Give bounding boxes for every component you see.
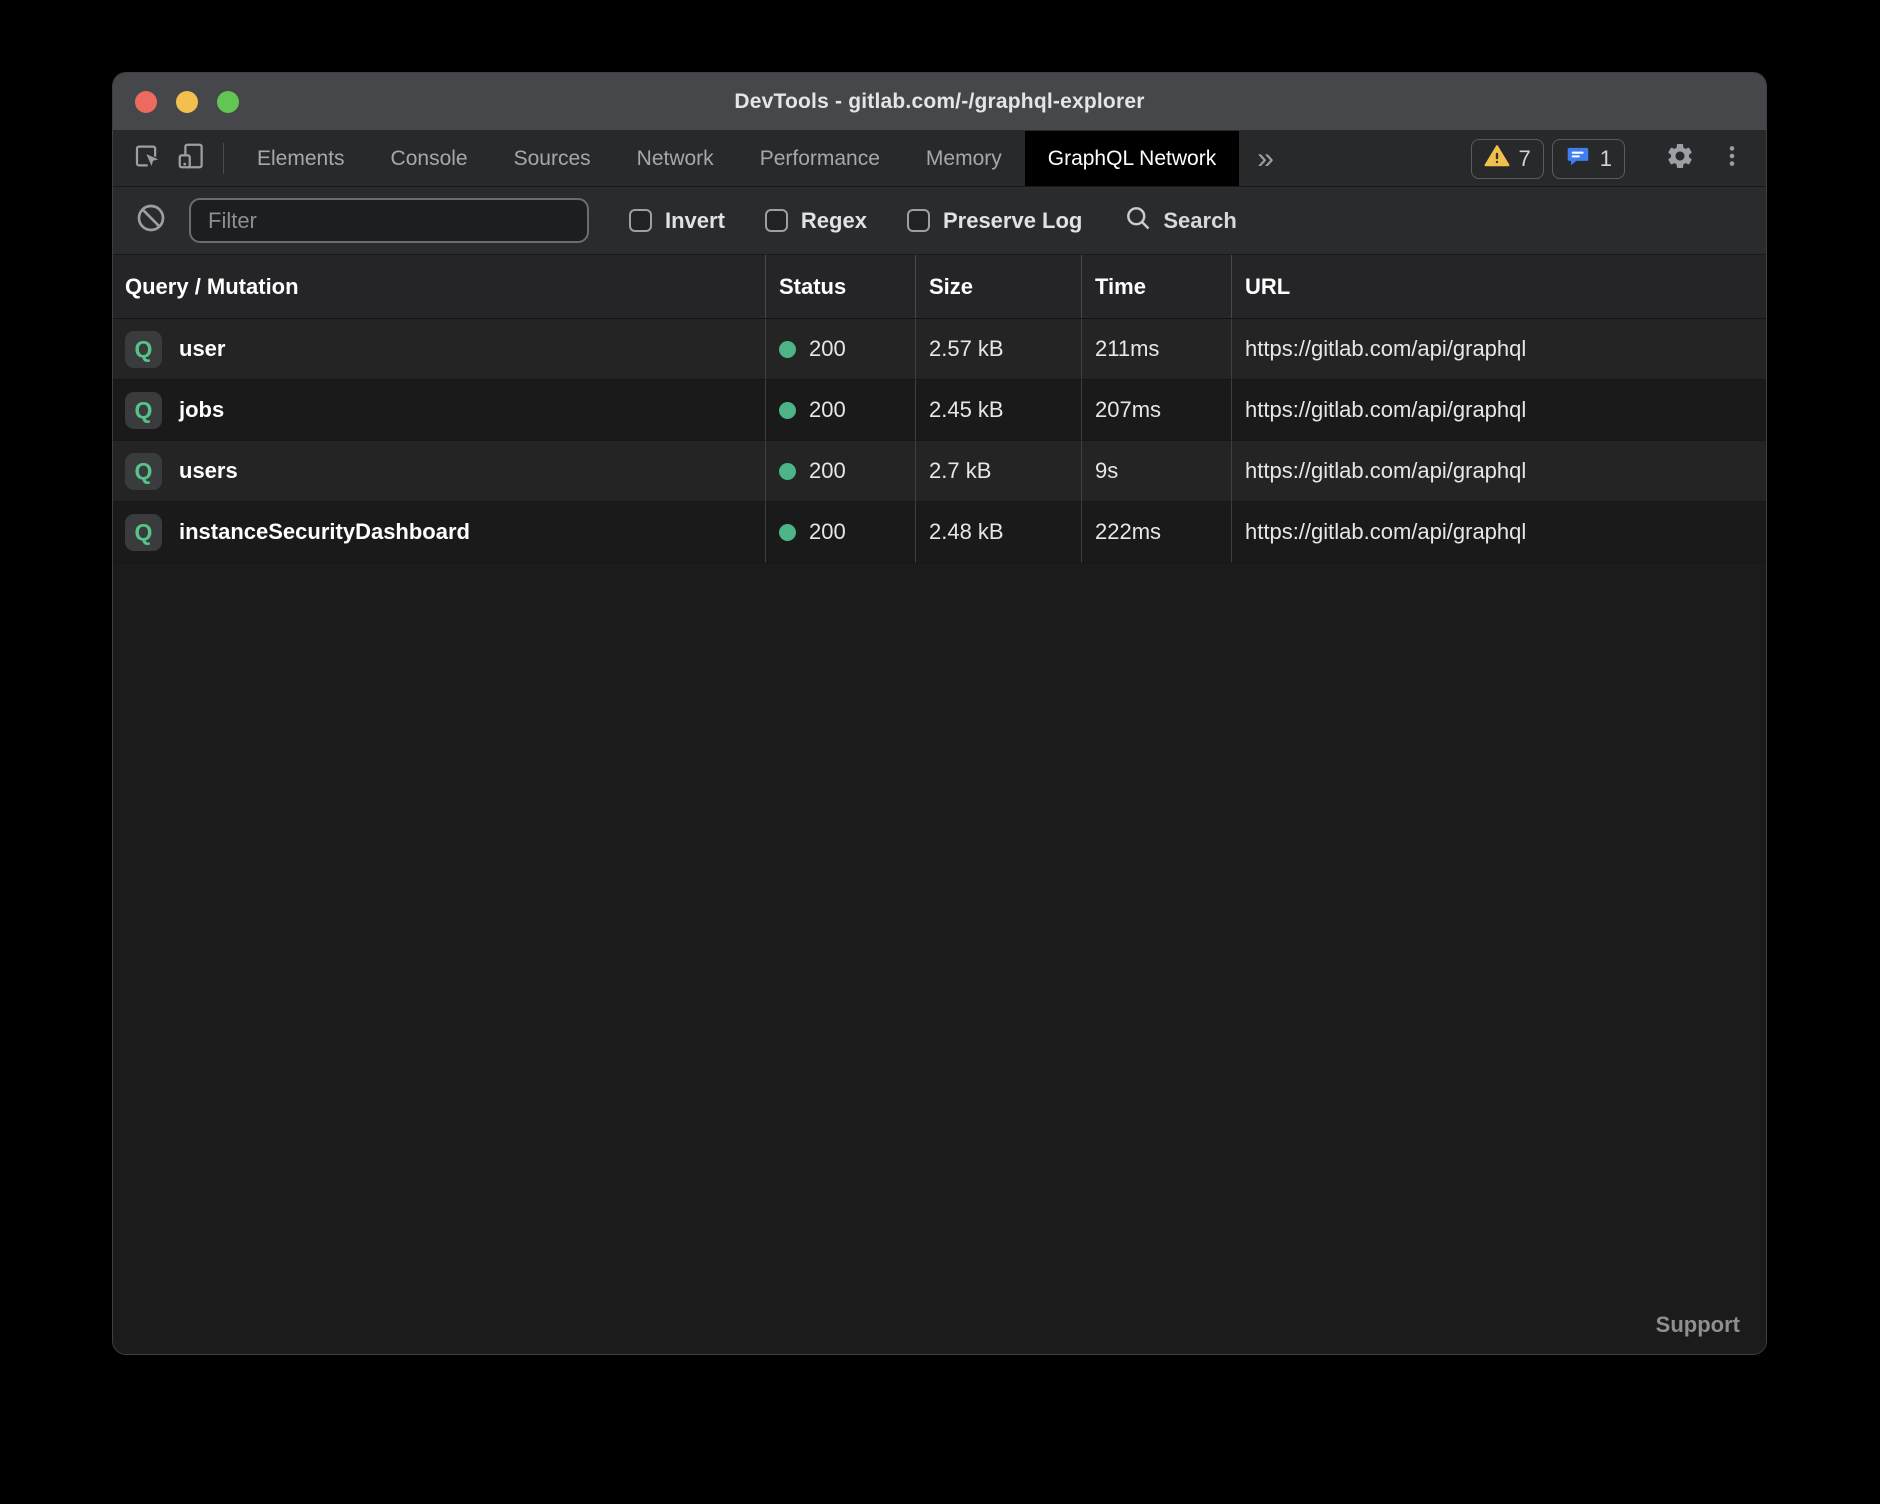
- block-icon: [135, 202, 167, 239]
- query-cell: Qjobs: [113, 380, 766, 441]
- support-link[interactable]: Support: [1656, 1312, 1740, 1338]
- table-row[interactable]: Qusers 200 2.7 kB9shttps://gitlab.com/api/…: [113, 441, 1766, 502]
- search-icon: [1124, 204, 1152, 238]
- tab-graphql-network[interactable]: GraphQL Network: [1025, 131, 1239, 186]
- status-cell: 200: [766, 441, 916, 502]
- zoom-button[interactable]: [217, 91, 239, 113]
- status-ok-dot: [779, 524, 796, 541]
- tab-network[interactable]: Network: [614, 131, 737, 186]
- column-header-url[interactable]: URL: [1232, 255, 1766, 318]
- size-cell: 2.45 kB: [916, 380, 1082, 441]
- invert-checkbox-group: Invert: [629, 208, 725, 234]
- minimize-button[interactable]: [176, 91, 198, 113]
- more-options-button[interactable]: [1710, 143, 1754, 174]
- time-cell: 211ms: [1082, 319, 1232, 380]
- tab-performance[interactable]: Performance: [737, 131, 903, 186]
- traffic-lights: [135, 73, 239, 130]
- table-row[interactable]: Qjobs 200 2.45 kB207mshttps://gitlab.com/a…: [113, 380, 1766, 441]
- time-cell: 222ms: [1082, 502, 1232, 563]
- tab-console[interactable]: Console: [368, 131, 491, 186]
- column-header-size[interactable]: Size: [916, 255, 1082, 318]
- warning-triangle-icon: [1484, 143, 1510, 175]
- url-cell: https://gitlab.com/api/graphql: [1232, 380, 1766, 441]
- preserve-log-checkbox-group: Preserve Log: [907, 208, 1082, 234]
- query-type-badge: Q: [125, 392, 162, 429]
- regex-label: Regex: [801, 208, 867, 234]
- size-cell: 2.57 kB: [916, 319, 1082, 380]
- status-cell: 200: [766, 380, 916, 441]
- status-ok-dot: [779, 463, 796, 480]
- query-cell: QinstanceSecurityDashboard: [113, 502, 766, 563]
- url-cell: https://gitlab.com/api/graphql: [1232, 502, 1766, 563]
- close-button[interactable]: [135, 91, 157, 113]
- status-ok-dot: [779, 402, 796, 419]
- device-toolbar-icon: [176, 141, 206, 176]
- tab-elements[interactable]: Elements: [234, 131, 368, 186]
- table-header: Query / Mutation Status Size Time URL: [113, 255, 1766, 319]
- devtools-tabbar: Elements Console Sources Network Perform…: [113, 131, 1766, 187]
- toolbar-divider: [223, 143, 224, 174]
- devtools-window: DevTools - gitlab.com/-/graphql-explorer: [112, 72, 1767, 1355]
- warning-count: 7: [1519, 146, 1531, 172]
- panel-empty-area: Support: [113, 563, 1766, 1354]
- regex-checkbox-group: Regex: [765, 208, 867, 234]
- settings-button[interactable]: [1658, 141, 1702, 176]
- window-title: DevTools - gitlab.com/-/graphql-explorer: [734, 90, 1144, 114]
- query-cell: Quser: [113, 319, 766, 380]
- regex-checkbox[interactable]: [765, 209, 788, 232]
- column-header-time[interactable]: Time: [1082, 255, 1232, 318]
- query-type-badge: Q: [125, 331, 162, 368]
- status-code: 200: [809, 397, 846, 423]
- status-cell: 200: [766, 502, 916, 563]
- status-code: 200: [809, 336, 846, 362]
- inspect-cursor-icon: [132, 141, 162, 176]
- status-ok-dot: [779, 341, 796, 358]
- time-cell: 207ms: [1082, 380, 1232, 441]
- chevron-double-right-icon: »: [1257, 142, 1274, 176]
- column-header-query-mutation[interactable]: Query / Mutation: [113, 255, 766, 318]
- warnings-badge[interactable]: 7: [1471, 139, 1544, 179]
- time-cell: 9s: [1082, 441, 1232, 502]
- query-name: jobs: [179, 397, 224, 423]
- preserve-log-checkbox[interactable]: [907, 209, 930, 232]
- size-cell: 2.48 kB: [916, 502, 1082, 563]
- query-type-badge: Q: [125, 453, 162, 490]
- query-cell: Qusers: [113, 441, 766, 502]
- filter-input[interactable]: [189, 198, 589, 243]
- search-label: Search: [1163, 208, 1236, 234]
- size-cell: 2.7 kB: [916, 441, 1082, 502]
- query-type-badge: Q: [125, 514, 162, 551]
- tab-sources[interactable]: Sources: [491, 131, 614, 186]
- query-name: user: [179, 336, 225, 362]
- url-cell: https://gitlab.com/api/graphql: [1232, 441, 1766, 502]
- messages-badge[interactable]: 1: [1552, 139, 1625, 179]
- filter-toolbar: Invert Regex Preserve Log Search: [113, 187, 1766, 255]
- clear-log-button[interactable]: [135, 202, 167, 239]
- status-cell: 200: [766, 319, 916, 380]
- preserve-log-label: Preserve Log: [943, 208, 1082, 234]
- status-code: 200: [809, 519, 846, 545]
- gear-icon: [1665, 141, 1695, 176]
- table-row[interactable]: Quser 200 2.57 kB211mshttps://gitlab.com/a…: [113, 319, 1766, 380]
- query-name: instanceSecurityDashboard: [179, 519, 470, 545]
- more-tabs-button[interactable]: »: [1239, 131, 1292, 186]
- kebab-menu-icon: [1719, 143, 1745, 174]
- invert-label: Invert: [665, 208, 725, 234]
- device-toolbar-button[interactable]: [169, 131, 213, 186]
- chat-bubble-icon: [1565, 143, 1591, 175]
- inspect-element-button[interactable]: [125, 131, 169, 186]
- table-row[interactable]: QinstanceSecurityDashboard 200 2.48 kB222m…: [113, 502, 1766, 563]
- url-cell: https://gitlab.com/api/graphql: [1232, 319, 1766, 380]
- query-name: users: [179, 458, 238, 484]
- status-code: 200: [809, 458, 846, 484]
- invert-checkbox[interactable]: [629, 209, 652, 232]
- tabbar-right-controls: 7 1: [1471, 131, 1755, 186]
- column-header-status[interactable]: Status: [766, 255, 916, 318]
- search-button[interactable]: Search: [1124, 204, 1236, 238]
- message-count: 1: [1600, 146, 1612, 172]
- table-body: Quser2002.57 kB211mshttps://gitlab.com/a…: [113, 319, 1766, 563]
- titlebar[interactable]: DevTools - gitlab.com/-/graphql-explorer: [113, 73, 1766, 131]
- tab-memory[interactable]: Memory: [903, 131, 1025, 186]
